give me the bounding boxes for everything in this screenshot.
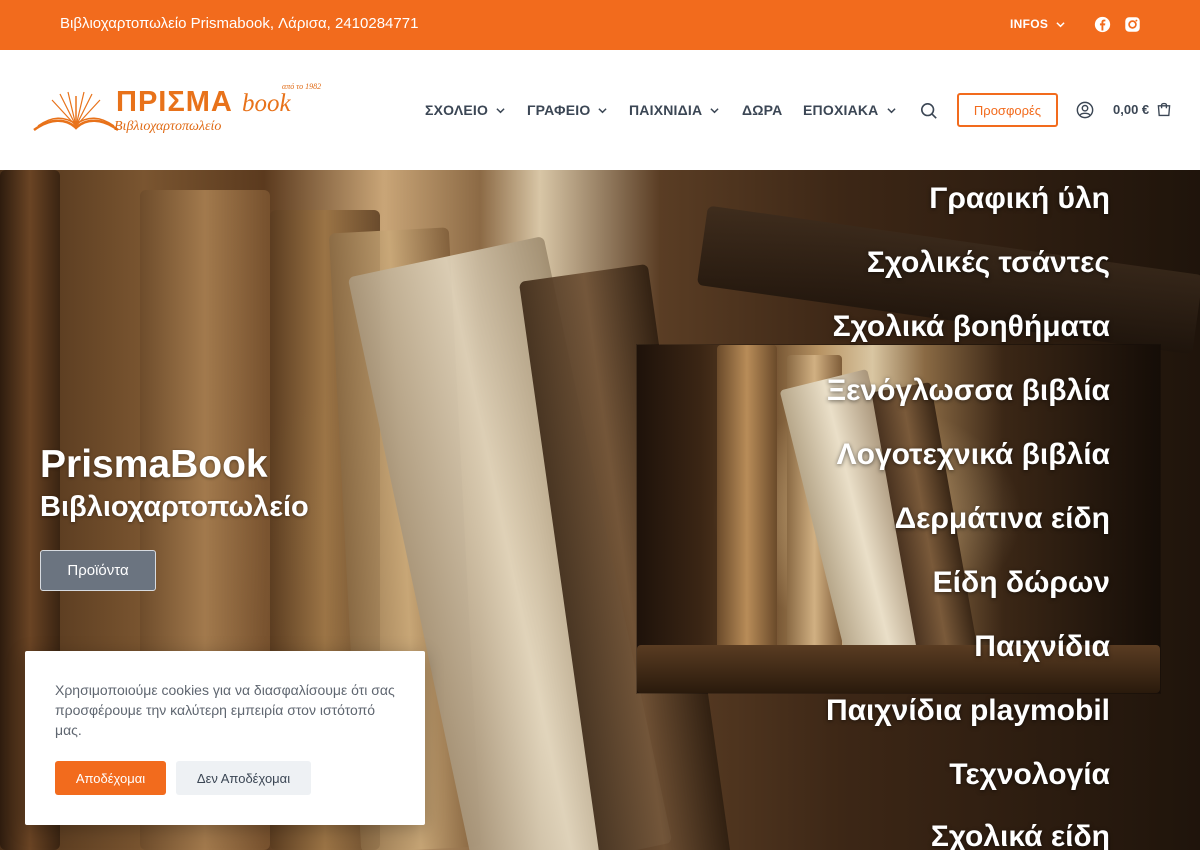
cookie-consent-banner: Χρησιμοποιούμε cookies για να διασφαλίσο… xyxy=(25,651,425,825)
nav-item-school[interactable]: ΣΧΟΛΕΙΟ xyxy=(425,102,505,118)
user-account-icon[interactable] xyxy=(1076,101,1094,119)
contact-info: Βιβλιοχαρτοπωλείο Prismabook, Λάρισα, 24… xyxy=(60,15,419,32)
nav-item-toys[interactable]: ΠΑΙΧΝΙΔΙΑ xyxy=(629,102,719,118)
nav-item-label: ΔΩΡΑ xyxy=(742,102,783,118)
chevron-down-icon xyxy=(496,107,505,113)
logo-tagline: Βιβλιοχαρτοπωλείο xyxy=(114,119,222,134)
category-link[interactable]: Σχολικά βοηθήματα xyxy=(833,310,1110,344)
cart-total: 0,00 € xyxy=(1113,101,1150,117)
site-header: από το 1982 ΠΡΙΣΜΑ book Βιβλιοχαρτοπωλεί… xyxy=(0,50,1200,170)
infos-label: INFOS xyxy=(1010,17,1049,31)
chevron-down-icon xyxy=(710,107,719,113)
search-icon[interactable] xyxy=(920,102,938,120)
nav-item-label: ΠΑΙΧΝΙΔΙΑ xyxy=(629,102,703,118)
nav-item-label: ΕΠΟΧΙΑΚΑ xyxy=(803,102,879,118)
nav-item-gifts[interactable]: ΔΩΡΑ xyxy=(742,102,783,118)
nav-item-seasonal[interactable]: ΕΠΟΧΙΑΚΑ xyxy=(803,102,896,118)
decline-cookies-button[interactable]: Δεν Αποδέχομαι xyxy=(176,761,311,795)
category-link[interactable]: Παιχνίδια playmobil xyxy=(826,694,1110,728)
products-button[interactable]: Προϊόντα xyxy=(40,550,156,591)
shopping-bag-icon xyxy=(1157,102,1171,117)
chevron-down-icon xyxy=(886,107,896,113)
logo-brand-suffix: book xyxy=(242,90,291,117)
chevron-down-icon xyxy=(598,107,608,113)
top-bar: Βιβλιοχαρτοπωλείο Prismabook, Λάρισα, 24… xyxy=(0,0,1200,50)
facebook-icon[interactable] xyxy=(1094,16,1111,33)
category-link[interactable]: Τεχνολογία xyxy=(949,758,1110,792)
instagram-icon[interactable] xyxy=(1124,16,1141,33)
chevron-down-icon xyxy=(1056,21,1065,27)
category-link[interactable]: Δερμάτινα είδη xyxy=(895,502,1110,536)
inset-book-image xyxy=(717,345,777,693)
site-logo[interactable]: από το 1982 ΠΡΙΣΜΑ book Βιβλιοχαρτοπωλεί… xyxy=(30,80,335,140)
offers-button[interactable]: Προσφορές xyxy=(957,93,1058,127)
category-link[interactable]: Είδη δώρων xyxy=(933,566,1110,600)
hero-title: PrismaBook xyxy=(40,443,268,486)
category-link[interactable]: Γραφική ύλη xyxy=(929,182,1110,216)
nav-item-office[interactable]: ΓΡΑΦΕΙΟ xyxy=(527,102,608,118)
category-link[interactable]: Παιχνίδια xyxy=(974,630,1110,664)
hero-subtitle: Βιβλιοχαρτοπωλείο xyxy=(40,491,309,523)
category-link[interactable]: Σχολικά είδη xyxy=(931,820,1110,850)
nav-item-label: ΓΡΑΦΕΙΟ xyxy=(527,102,591,118)
cart-button[interactable]: 0,00 € xyxy=(1113,101,1172,117)
category-link[interactable]: Σχολικές τσάντες xyxy=(867,246,1110,280)
logo-brand: ΠΡΙΣΜΑ xyxy=(116,86,233,118)
category-link[interactable]: Ξενόγλωσσα βιβλία xyxy=(827,374,1110,408)
cookie-message: Χρησιμοποιούμε cookies για να διασφαλίσο… xyxy=(55,682,395,738)
category-link[interactable]: Λογοτεχνικά βιβλία xyxy=(837,438,1110,472)
infos-menu[interactable]: INFOS xyxy=(1010,17,1065,31)
accept-cookies-button[interactable]: Αποδέχομαι xyxy=(55,761,166,795)
open-book-icon xyxy=(33,91,119,132)
nav-item-label: ΣΧΟΛΕΙΟ xyxy=(425,102,489,118)
